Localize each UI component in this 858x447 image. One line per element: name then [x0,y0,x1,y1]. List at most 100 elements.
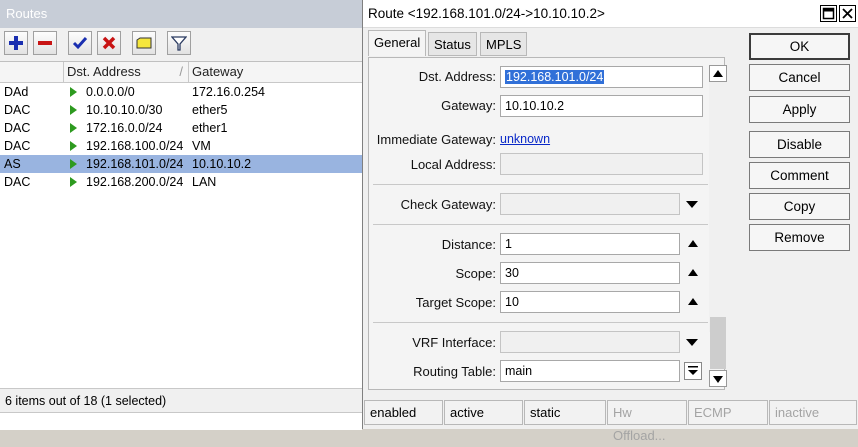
route-flags: DAC [4,175,31,189]
status-static: static [524,400,606,425]
route-flags: DAC [4,139,31,153]
table-row[interactable]: DAd 0.0.0.0/0 172.16.0.254 [0,83,362,101]
triangle-up-icon [688,240,698,247]
gateway-label: Gateway: [441,98,496,113]
add-button[interactable] [4,31,28,55]
route-active-arrow-icon [70,87,77,97]
check-gateway-dropdown[interactable] [684,196,700,212]
local-address-label: Local Address: [410,157,496,172]
route-gateway: VM [192,139,211,153]
table-row[interactable]: DAC 172.16.0.0/24 ether1 [0,119,362,137]
column-header-dst-address[interactable]: Dst. Address / [64,62,189,82]
apply-button[interactable]: Apply [749,96,850,123]
routes-bottom-strip [0,412,362,430]
triangle-up-icon [688,298,698,305]
ok-button[interactable]: OK [749,33,850,60]
immediate-gateway-link[interactable]: unknown [500,132,550,146]
triangle-up-icon [688,269,698,276]
form-scrollbar[interactable] [708,65,728,390]
route-active-arrow-icon [70,123,77,133]
table-row[interactable]: DAC 10.10.10.0/30 ether5 [0,101,362,119]
route-active-arrow-icon [70,141,77,151]
filter-icon [171,36,187,51]
remove-icon [38,41,52,45]
route-dst-address: 0.0.0.0/0 [86,85,135,99]
target-scope-label: Target Scope: [415,295,496,310]
vrf-interface-select[interactable] [500,331,680,353]
disable-icon [102,36,116,50]
routing-table-select[interactable]: main [500,360,680,382]
target-scope-collapse-button[interactable] [685,294,701,310]
routes-window-title: Routes [0,0,362,28]
maximize-button[interactable] [820,5,837,22]
route-active-arrow-icon [70,105,77,115]
scroll-up-button[interactable] [709,65,727,82]
route-flags: DAd [4,85,29,99]
target-scope-field[interactable]: 10 [500,291,680,313]
route-active-arrow-icon [70,159,77,169]
scope-label: Scope: [455,266,496,281]
table-header: Dst. Address / Gateway [0,62,362,83]
column-header-flags[interactable] [0,62,64,82]
route-dst-address: 192.168.200.0/24 [86,175,184,189]
dst-address-field[interactable]: 192.168.101.0/24 [500,66,703,88]
gateway-field[interactable]: 10.10.10.2 [500,95,703,117]
arrow-up-icon [713,70,723,77]
scope-field[interactable]: 30 [500,262,680,284]
routes-window: Routes Dst. Address / Gateway DAd 0.0.0.… [0,0,362,430]
route-flags: DAC [4,103,31,117]
routing-table-label: Routing Table: [413,364,496,379]
distance-collapse-button[interactable] [685,236,701,252]
cancel-button[interactable]: Cancel [749,64,850,91]
check-gateway-select[interactable] [500,193,680,215]
status-active: active [444,400,523,425]
table-row[interactable]: DAC 192.168.200.0/24 LAN [0,173,362,191]
disable-button[interactable] [97,31,121,55]
sort-icon: / [179,64,183,79]
route-flags: AS [4,157,21,171]
route-dst-address: 10.10.10.0/30 [86,103,163,117]
local-address-field [500,153,703,175]
route-dst-address: 192.168.101.0/24 [86,157,184,171]
remove-button[interactable] [33,31,57,55]
tab-mpls[interactable]: MPLS [480,32,528,56]
route-gateway: 10.10.10.2 [192,157,252,171]
comment-button[interactable] [132,31,156,55]
copy-button[interactable]: Copy [749,193,850,220]
status-enabled: enabled [364,400,443,425]
table-row[interactable]: DAC 192.168.100.0/24 VM [0,137,362,155]
check-gateway-label: Check Gateway: [400,197,496,212]
scope-collapse-button[interactable] [685,265,701,281]
column-header-gateway[interactable]: Gateway [189,62,362,82]
separator [373,322,708,323]
dst-address-label: Dst. Address: [418,69,496,84]
filter-button[interactable] [167,31,191,55]
table-row[interactable]: AS 192.168.101.0/24 10.10.10.2 [0,155,362,173]
distance-field[interactable]: 1 [500,233,680,255]
chevron-down-icon [686,339,698,346]
tab-general[interactable]: General [368,30,427,56]
disable-route-button[interactable]: Disable [749,131,850,158]
status-hw-offload: Hw Offload... [607,400,687,443]
general-form: Dst. Address: 192.168.101.0/24 Gateway: … [368,57,725,390]
route-gateway: ether5 [192,103,228,117]
close-button[interactable] [839,5,856,22]
tab-status[interactable]: Status [428,32,477,56]
vrf-interface-label: VRF Interface: [412,335,496,350]
maximize-icon [822,7,835,20]
status-inactive: inactive [769,400,857,425]
enable-button[interactable] [68,31,92,55]
remove-route-button[interactable]: Remove [749,224,850,251]
distance-label: Distance: [441,237,496,252]
routes-table[interactable]: Dst. Address / Gateway DAd 0.0.0.0/0 172.1… [0,61,362,389]
routes-status-bar: 6 items out of 18 (1 selected) [0,388,362,412]
enable-icon [72,37,88,50]
comment-route-button[interactable]: Comment [749,162,850,189]
route-dst-address: 172.16.0.0/24 [86,121,163,135]
route-dialog-titlebar: Route <192.168.101.0/24->10.10.10.2> [363,0,858,28]
scroll-track[interactable] [709,82,727,332]
vrf-interface-dropdown[interactable] [684,334,700,350]
scroll-down-button[interactable] [709,370,727,387]
routing-table-dropdown[interactable] [684,362,702,380]
scroll-thumb[interactable] [710,317,726,369]
